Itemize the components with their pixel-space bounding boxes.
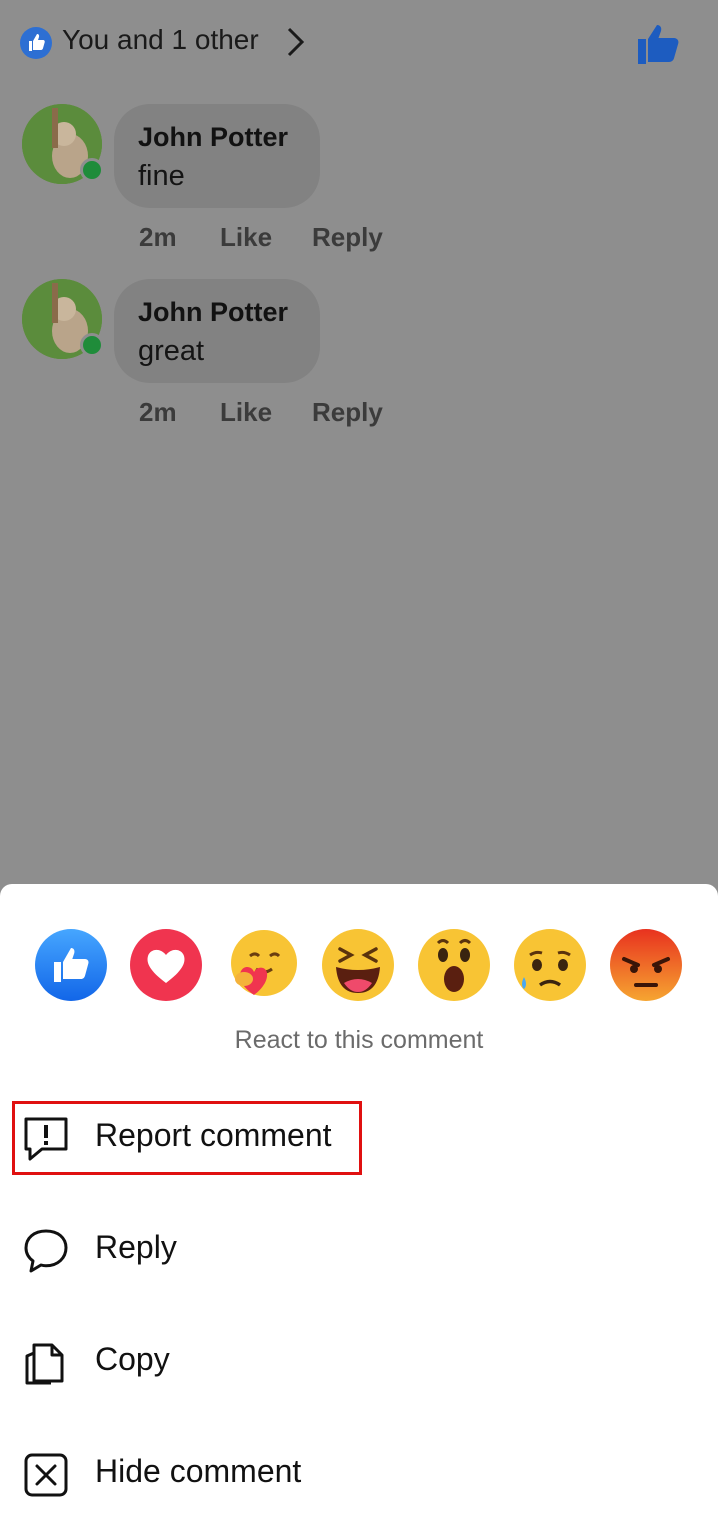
comment-author[interactable]: John Potter xyxy=(138,122,288,153)
reply-label: Reply xyxy=(95,1229,177,1265)
online-status-dot xyxy=(80,158,104,182)
comment-time: 2m xyxy=(139,397,177,427)
like-link[interactable]: Like xyxy=(220,222,272,253)
comment-bubble[interactable]: John Potter fine xyxy=(114,104,320,208)
comment-text: fine xyxy=(138,160,185,192)
wow-reaction-icon[interactable] xyxy=(418,929,490,1001)
comment-item: John Potter fine 2m Like Reply xyxy=(0,104,718,264)
reply-item[interactable]: Reply xyxy=(0,1205,718,1295)
hide-comment-item[interactable]: Hide comment xyxy=(0,1429,718,1519)
reactors-label[interactable]: You and 1 other xyxy=(62,24,259,56)
comment-author[interactable]: John Potter xyxy=(138,297,288,328)
highlight-box xyxy=(12,1101,362,1175)
like-link[interactable]: Like xyxy=(220,397,272,428)
chevron-right-icon[interactable] xyxy=(284,24,308,60)
reactions-summary-row[interactable]: You and 1 other xyxy=(0,0,718,86)
copy-item[interactable]: Copy xyxy=(0,1317,718,1407)
angry-reaction-icon[interactable] xyxy=(610,929,682,1001)
copy-label: Copy xyxy=(95,1341,170,1377)
thumbs-up-icon[interactable] xyxy=(635,22,681,66)
comment-actions-sheet: React to this comment Report comment Rep… xyxy=(0,884,718,1531)
copy-icon xyxy=(25,1343,64,1385)
comment-bubble[interactable]: John Potter great xyxy=(114,279,320,383)
reply-link[interactable]: Reply xyxy=(312,222,383,253)
hide-comment-label: Hide comment xyxy=(95,1453,302,1489)
reply-link[interactable]: Reply xyxy=(312,397,383,428)
speech-bubble-icon xyxy=(24,1229,68,1273)
like-reaction-icon[interactable] xyxy=(35,929,107,1001)
online-status-dot xyxy=(80,333,104,357)
comment-item: John Potter great 2m Like Reply xyxy=(0,279,718,439)
comment-time: 2m xyxy=(139,222,177,252)
sad-reaction-icon[interactable] xyxy=(514,929,586,1001)
thumbs-up-badge-icon xyxy=(20,27,52,59)
close-box-icon xyxy=(24,1453,68,1497)
react-caption: React to this comment xyxy=(234,1026,484,1054)
love-reaction-icon[interactable] xyxy=(130,929,202,1001)
comment-text: great xyxy=(138,335,205,367)
haha-reaction-icon[interactable] xyxy=(322,929,394,1001)
care-reaction-icon[interactable] xyxy=(226,929,298,1001)
